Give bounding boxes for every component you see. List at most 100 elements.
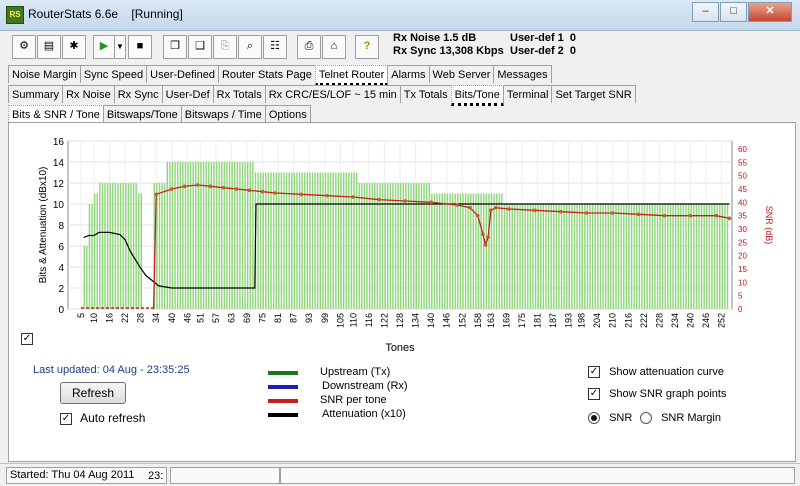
- upstream-bar: [693, 204, 695, 309]
- show-attenuation-option[interactable]: ✓ Show attenuation curve: [588, 366, 724, 379]
- tab-router-stats-page[interactable]: Router Stats Page: [217, 65, 316, 83]
- refresh-button[interactable]: Refresh: [60, 382, 126, 404]
- home-icon[interactable]: ⌂: [322, 35, 346, 59]
- snr-radio-option[interactable]: SNR: [588, 412, 632, 425]
- snr-point: [688, 213, 693, 218]
- tab-user-def[interactable]: User-Def: [161, 85, 214, 103]
- snr-point: [486, 235, 490, 239]
- upstream-bar: [355, 172, 358, 309]
- upstream-bar: [291, 172, 293, 309]
- x-tick-label: 222: [639, 313, 649, 328]
- upstream-bar: [117, 183, 119, 309]
- upstream-bar: [239, 162, 241, 309]
- upstream-bar: [348, 172, 350, 309]
- upstream-bar: [685, 204, 687, 309]
- save-icon[interactable]: ▤: [37, 35, 61, 59]
- y2-tick-label: 25: [738, 238, 747, 247]
- snr-margin-radio[interactable]: [640, 412, 652, 425]
- auto-refresh-checkbox[interactable]: ✓: [60, 413, 72, 426]
- auto-refresh-option[interactable]: ✓ Auto refresh: [60, 411, 145, 426]
- upstream-bar: [132, 183, 135, 309]
- chart-checkbox[interactable]: ✓: [21, 333, 33, 346]
- bug-icon[interactable]: ✱: [62, 35, 86, 59]
- show-snr-points-checkbox[interactable]: ✓: [588, 388, 600, 401]
- snr-point: [662, 213, 667, 218]
- tab-set-target-snr[interactable]: Set Target SNR: [551, 85, 636, 103]
- copy-icon[interactable]: ❐: [163, 35, 187, 59]
- upstream-bar: [674, 204, 677, 309]
- snr-point: [208, 184, 213, 189]
- dropdown-icon[interactable]: ▼: [114, 35, 126, 59]
- upstream-bar: [695, 204, 698, 309]
- tab-sync-speed[interactable]: Sync Speed: [79, 65, 148, 83]
- tab-rx-totals[interactable]: Rx Totals: [212, 85, 266, 103]
- x-tick-label: 175: [517, 313, 527, 328]
- upstream-bar: [317, 172, 319, 309]
- upstream-bar: [563, 204, 565, 309]
- upstream-bar: [713, 204, 716, 309]
- y2-tick-label: 35: [738, 212, 747, 221]
- copy-window-icon[interactable]: ❑: [188, 35, 212, 59]
- upstream-bar: [202, 162, 205, 309]
- minimize-button[interactable]: –: [692, 2, 719, 22]
- chart-checkbox-box[interactable]: ✓: [21, 333, 33, 346]
- upstream-bar: [532, 204, 534, 309]
- upstream-bar: [169, 162, 171, 309]
- y2-tick-label: 60: [738, 145, 747, 154]
- y2-tick-label: 30: [738, 225, 747, 234]
- show-snr-points-option[interactable]: ✓ Show SNR graph points: [588, 388, 726, 401]
- tab-bits-tone[interactable]: Bits/Tone: [450, 85, 504, 106]
- tab-bitswaps-tone[interactable]: Bitswaps/Tone: [102, 105, 182, 123]
- upstream-bar: [376, 183, 379, 309]
- title-bar: RS RouterStats 6.6e [Running] – □ ✕: [0, 0, 800, 31]
- tab-bitswaps-time[interactable]: Bitswaps / Time: [180, 105, 266, 123]
- tab-rx-noise[interactable]: Rx Noise: [62, 85, 115, 103]
- snr-radio[interactable]: [588, 412, 600, 425]
- upstream-bar: [506, 204, 508, 309]
- x-tick-label: 116: [364, 313, 374, 327]
- tab-options[interactable]: Options: [264, 105, 311, 123]
- stop-icon[interactable]: ■: [128, 35, 152, 59]
- zoom-icon[interactable]: ⌕: [238, 35, 262, 59]
- upstream-bar: [578, 204, 581, 309]
- maximize-button[interactable]: □: [720, 2, 747, 22]
- tab-rx-sync[interactable]: Rx Sync: [113, 85, 163, 103]
- tab-alarms[interactable]: Alarms: [387, 65, 430, 83]
- upstream-bar: [514, 204, 516, 309]
- upstream-bar: [306, 172, 309, 309]
- connect-icon[interactable]: ⚙: [12, 35, 36, 59]
- preview-icon[interactable]: ☷: [263, 35, 287, 59]
- close-button[interactable]: ✕: [748, 2, 792, 22]
- tab-user-defined[interactable]: User-Defined: [146, 65, 219, 83]
- y-tick-label: 6: [58, 242, 64, 253]
- upstream-bar: [467, 193, 469, 309]
- upstream-bar: [584, 204, 586, 309]
- x-tick-label: 57: [211, 313, 221, 323]
- upstream-bar: [503, 204, 506, 309]
- x-tick-label: 34: [151, 313, 161, 323]
- upstream-bar: [332, 172, 334, 309]
- upstream-bar: [628, 204, 630, 309]
- help-icon[interactable]: ?: [355, 35, 379, 59]
- upstream-bar: [680, 204, 682, 309]
- tab-web-server[interactable]: Web Server: [428, 65, 495, 83]
- print-icon[interactable]: ⎙: [297, 35, 321, 59]
- snr-margin-radio-option[interactable]: SNR Margin: [640, 412, 721, 425]
- userdef1-label: User-def 1: [510, 32, 564, 44]
- snr-point: [468, 205, 472, 210]
- upstream-bar: [661, 204, 664, 309]
- tab-noise-margin[interactable]: Noise Margin: [8, 65, 81, 83]
- tab-summary[interactable]: Summary: [8, 85, 64, 103]
- paste-icon[interactable]: ⎘: [213, 35, 237, 59]
- tab-telnet-router[interactable]: Telnet Router: [314, 65, 389, 86]
- tab-rx-crc-es-lof-15-min[interactable]: Rx CRC/ES/LOF ~ 15 min: [264, 85, 401, 103]
- upstream-bar: [345, 172, 347, 309]
- play-icon[interactable]: ▶: [93, 35, 115, 59]
- tab-terminal[interactable]: Terminal: [502, 85, 553, 103]
- upstream-bar: [176, 162, 179, 309]
- tab-tx-totals[interactable]: Tx Totals: [399, 85, 452, 103]
- status-bar: Started: Thu 04 Aug 2011 23:: [0, 463, 800, 486]
- show-attenuation-checkbox[interactable]: ✓: [588, 366, 600, 379]
- tab-messages[interactable]: Messages: [493, 65, 552, 83]
- upstream-bar: [581, 204, 583, 309]
